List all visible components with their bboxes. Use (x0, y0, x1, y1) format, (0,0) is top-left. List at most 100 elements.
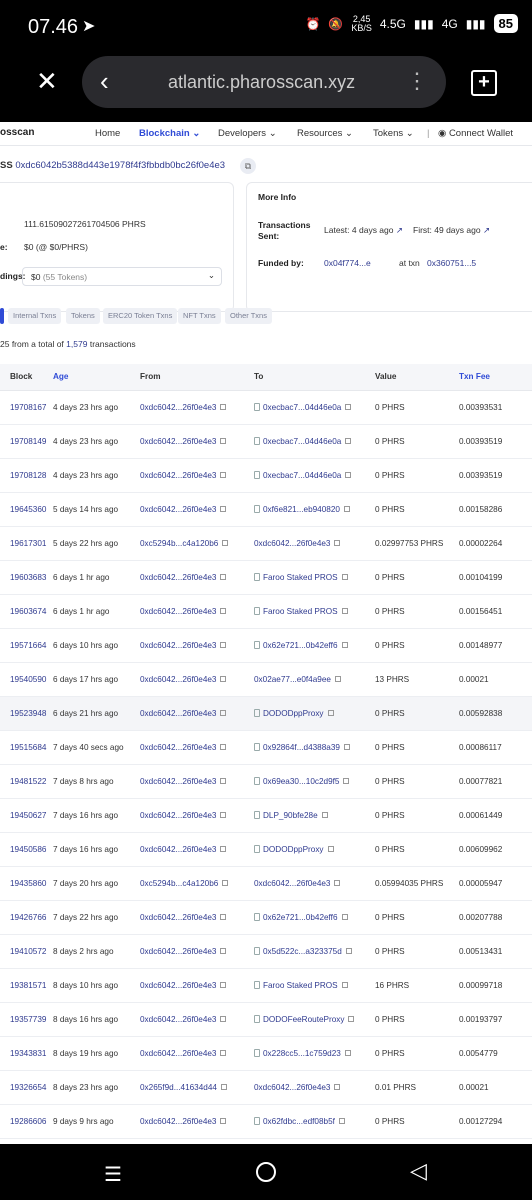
block-link[interactable]: 19450586 (0, 832, 53, 867)
to-cell[interactable]: 0xdc6042...26f0e4e3 (254, 1070, 375, 1105)
to-cell[interactable]: 0x228cc5...1c759d23 (254, 1036, 375, 1071)
holdings-dropdown[interactable]: $0 (55 Tokens) ⌄ (22, 267, 222, 286)
copy-address-icon[interactable]: ⧉ (240, 158, 256, 174)
block-link[interactable]: 19523948 (0, 696, 53, 731)
back-arrow-icon[interactable]: ‹ (100, 66, 109, 97)
from-cell[interactable]: 0xdc6042...26f0e4e3 (140, 424, 254, 459)
connect-wallet-button[interactable]: ◉ Connect Wallet (438, 128, 513, 139)
nav-blockchain[interactable]: Blockchain ⌄ (139, 128, 200, 139)
recent-apps-icon[interactable]: ☰ (104, 1162, 122, 1187)
copy-icon[interactable] (334, 539, 341, 546)
copy-icon[interactable] (345, 403, 352, 410)
to-cell[interactable]: Faroo Staked PROS (254, 560, 375, 595)
copy-icon[interactable] (222, 539, 229, 546)
close-icon[interactable]: ✕ (36, 66, 58, 97)
block-link[interactable]: 19357739 (0, 1002, 53, 1037)
tab-nft[interactable]: NFT Txns (178, 308, 221, 324)
copy-icon[interactable] (220, 709, 227, 716)
nav-tokens[interactable]: Tokens ⌄ (373, 128, 414, 139)
to-cell[interactable]: DODOFeeRouteProxy (254, 1002, 375, 1037)
block-link[interactable]: 19435860 (0, 866, 53, 901)
tab-internal-txns[interactable]: Internal Txns (8, 308, 62, 324)
block-link[interactable]: 19540590 (0, 662, 53, 697)
copy-icon[interactable] (327, 845, 334, 852)
copy-icon[interactable] (343, 743, 350, 750)
copy-icon[interactable] (220, 913, 227, 920)
to-cell[interactable]: 0x5d522c...a323375d (254, 934, 375, 969)
block-link[interactable]: 19410572 (0, 934, 53, 969)
copy-icon[interactable] (334, 1083, 341, 1090)
from-cell[interactable]: 0xdc6042...26f0e4e3 (140, 832, 254, 867)
from-cell[interactable]: 0xc5294b...c4a120b6 (140, 866, 254, 901)
block-link[interactable]: 19571664 (0, 628, 53, 663)
copy-icon[interactable] (220, 1117, 227, 1124)
to-cell[interactable]: DODODppProxy (254, 832, 375, 867)
copy-icon[interactable] (220, 505, 227, 512)
from-cell[interactable]: 0xdc6042...26f0e4e3 (140, 696, 254, 731)
from-cell[interactable]: 0xdc6042...26f0e4e3 (140, 492, 254, 527)
from-cell[interactable]: 0xdc6042...26f0e4e3 (140, 730, 254, 765)
copy-icon[interactable] (343, 505, 350, 512)
block-link[interactable]: 19515684 (0, 730, 53, 765)
nav-home[interactable]: Home (95, 128, 120, 139)
to-cell[interactable]: DODODppProxy (254, 696, 375, 731)
block-link[interactable]: 19343831 (0, 1036, 53, 1071)
copy-icon[interactable] (345, 437, 352, 444)
address-bar[interactable]: ‹ atlantic.pharosscan.xyz ⋮ (82, 56, 446, 108)
to-cell[interactable]: 0x62fdbc...edf08b5f (254, 1104, 375, 1139)
copy-icon[interactable] (220, 1049, 227, 1056)
copy-icon[interactable] (343, 777, 350, 784)
col-age[interactable]: Age (53, 364, 140, 391)
tab-other[interactable]: Other Txns (225, 308, 272, 324)
copy-icon[interactable] (220, 471, 227, 478)
block-link[interactable]: 19286606 (0, 1104, 53, 1139)
url-text[interactable]: atlantic.pharosscan.xyz (168, 72, 355, 93)
block-link[interactable]: 19326654 (0, 1070, 53, 1105)
to-cell[interactable]: 0xf6e821...eb940820 (254, 492, 375, 527)
from-cell[interactable]: 0xdc6042...26f0e4e3 (140, 628, 254, 663)
to-cell[interactable]: 0x62e721...0b42eff6 (254, 628, 375, 663)
block-link[interactable]: 19603674 (0, 594, 53, 629)
block-link[interactable]: 19450627 (0, 798, 53, 833)
to-cell[interactable]: 0xecbac7...04d46e0a (254, 390, 375, 425)
more-options-icon[interactable]: ⋮ (406, 68, 428, 94)
from-cell[interactable]: 0xdc6042...26f0e4e3 (140, 900, 254, 935)
copy-icon[interactable] (334, 879, 341, 886)
copy-icon[interactable] (220, 1083, 227, 1090)
copy-icon[interactable] (220, 573, 227, 580)
new-tab-icon[interactable]: + (471, 70, 497, 96)
copy-icon[interactable] (220, 675, 227, 682)
to-cell[interactable]: 0x92864f...d4388a39 (254, 730, 375, 765)
copy-icon[interactable] (220, 845, 227, 852)
copy-icon[interactable] (327, 709, 334, 716)
from-cell[interactable]: 0xdc6042...26f0e4e3 (140, 798, 254, 833)
copy-icon[interactable] (345, 947, 352, 954)
block-link[interactable]: 19603683 (0, 560, 53, 595)
block-link[interactable]: 19708149 (0, 424, 53, 459)
from-cell[interactable]: 0xdc6042...26f0e4e3 (140, 390, 254, 425)
copy-icon[interactable] (220, 1015, 227, 1022)
from-cell[interactable]: 0xc5294b...c4a120b6 (140, 526, 254, 561)
from-cell[interactable]: 0xdc6042...26f0e4e3 (140, 934, 254, 969)
from-cell[interactable]: 0x265f9d...41634d44 (140, 1070, 254, 1105)
from-cell[interactable]: 0xdc6042...26f0e4e3 (140, 1104, 254, 1139)
tab-tokens[interactable]: Tokens (66, 308, 100, 324)
copy-icon[interactable] (341, 913, 348, 920)
copy-icon[interactable] (220, 437, 227, 444)
block-link[interactable]: 19708167 (0, 390, 53, 425)
from-cell[interactable]: 0xdc6042...26f0e4e3 (140, 594, 254, 629)
from-cell[interactable]: 0xdc6042...26f0e4e3 (140, 764, 254, 799)
from-cell[interactable]: 0xdc6042...26f0e4e3 (140, 458, 254, 493)
copy-icon[interactable] (345, 471, 352, 478)
block-link[interactable]: 19381571 (0, 968, 53, 1003)
copy-icon[interactable] (220, 641, 227, 648)
copy-icon[interactable] (338, 1117, 345, 1124)
copy-icon[interactable] (220, 811, 227, 818)
from-cell[interactable]: 0xdc6042...26f0e4e3 (140, 1036, 254, 1071)
to-cell[interactable]: Faroo Staked PROS (254, 594, 375, 629)
to-cell[interactable]: 0xecbac7...04d46e0a (254, 424, 375, 459)
copy-icon[interactable] (220, 777, 227, 784)
to-cell[interactable]: 0x02ae77...e0f4a9ee (254, 662, 375, 697)
copy-icon[interactable] (344, 1049, 351, 1056)
funded-txn-link[interactable]: 0x360751...5 (427, 258, 476, 268)
